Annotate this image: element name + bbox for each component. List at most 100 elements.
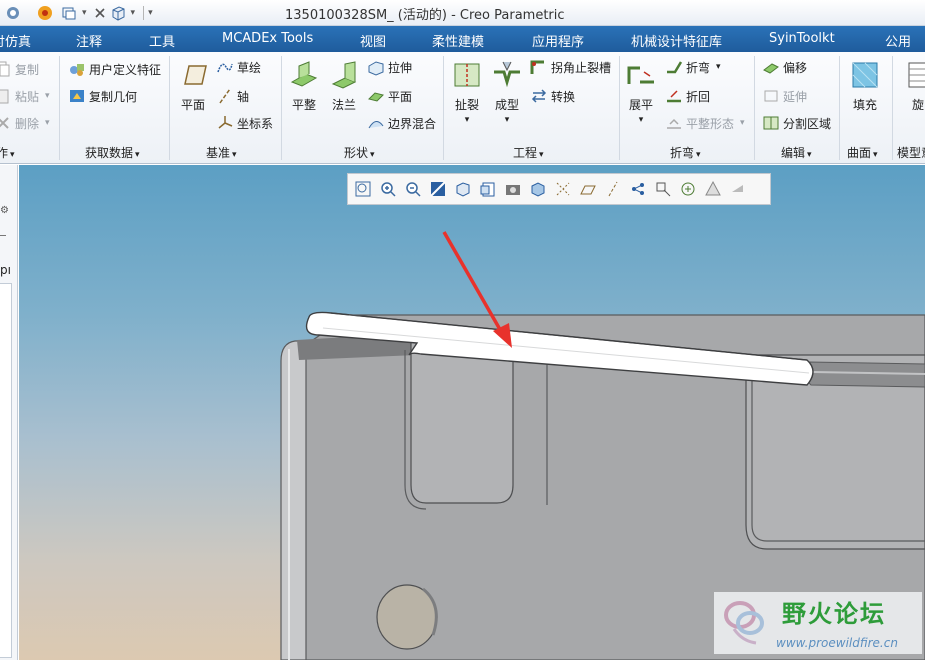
- tab-common[interactable]: 公用: [885, 31, 911, 50]
- appearance-icon[interactable]: [727, 178, 749, 200]
- settings-icon[interactable]: ⚙: [0, 205, 9, 216]
- bend-back-icon: [665, 87, 683, 105]
- tab-applications[interactable]: 应用程序: [532, 31, 584, 50]
- flatten-form-button[interactable]: 平整形态 ▾: [665, 114, 745, 132]
- copy-geometry-icon: [68, 87, 86, 105]
- axis-display-icon[interactable]: [602, 178, 624, 200]
- copy-button[interactable]: 复制: [0, 60, 39, 78]
- flat-plane-icon: [367, 87, 385, 105]
- extend-icon: [762, 87, 780, 105]
- bend-button[interactable]: 折弯 ▾: [665, 58, 721, 76]
- datum-display-icon[interactable]: [552, 178, 574, 200]
- unbend-button[interactable]: 展平 ▾: [626, 60, 656, 125]
- flatten-form-icon: [665, 114, 683, 132]
- regenerate-icon[interactable]: [36, 4, 54, 22]
- annotation-display-icon[interactable]: [702, 178, 724, 200]
- chevron-down-icon: ▾: [504, 115, 510, 125]
- tab-syintoolkit[interactable]: SyinToolkt: [769, 31, 835, 46]
- tab-mechanical-feature-library[interactable]: 机械设计特征库: [631, 31, 722, 50]
- offset-button[interactable]: 偏移: [762, 58, 807, 76]
- display-style-icon[interactable]: [452, 178, 474, 200]
- view-manager-icon[interactable]: [502, 178, 524, 200]
- copy-geometry-button[interactable]: 复制几何: [68, 87, 137, 105]
- app-icon[interactable]: [4, 4, 22, 22]
- group-label-engineering[interactable]: 工程 ▾: [513, 144, 544, 161]
- paste-icon: [0, 87, 12, 105]
- convert-button[interactable]: 转换: [530, 87, 575, 105]
- csys-button[interactable]: 坐标系: [216, 114, 273, 132]
- zoom-in-icon[interactable]: [377, 178, 399, 200]
- tab-view[interactable]: 视图: [360, 31, 386, 50]
- tab-tools[interactable]: 工具: [149, 31, 175, 50]
- axis-button[interactable]: 轴: [216, 87, 249, 105]
- paste-button[interactable]: 粘贴 ▾: [0, 87, 50, 105]
- boundary-blend-icon: [367, 114, 385, 132]
- customize-dropdown-icon[interactable]: ▾: [148, 8, 153, 18]
- copy-icon: [0, 60, 12, 78]
- repaint-icon[interactable]: [427, 178, 449, 200]
- window-icon[interactable]: [60, 4, 78, 22]
- point-display-icon[interactable]: [627, 178, 649, 200]
- tab-flexible-modeling[interactable]: 柔性建模: [432, 31, 484, 50]
- view-cube-icon[interactable]: [109, 4, 127, 22]
- group-label-operations[interactable]: 作 ▾: [0, 144, 15, 161]
- zoom-out-icon[interactable]: [402, 178, 424, 200]
- chevron-down-icon[interactable]: ▾: [131, 8, 136, 18]
- extrude-button[interactable]: 拉伸: [367, 58, 412, 76]
- model-tree-panel: ⚙ pı: [0, 165, 18, 660]
- perspective-icon[interactable]: [527, 178, 549, 200]
- convert-icon: [530, 87, 548, 105]
- sheetmetal-part-model[interactable]: [19, 165, 925, 660]
- in-graphics-toolbar: [347, 173, 771, 205]
- user-defined-feature-button[interactable]: 用户定义特征: [68, 60, 161, 78]
- divider: [0, 235, 6, 236]
- flange-button[interactable]: 法兰: [329, 60, 359, 113]
- tab-mcadex-tools[interactable]: MCADEx Tools: [222, 31, 313, 46]
- group-label-model-intent[interactable]: 模型意: [897, 144, 925, 161]
- rip-button[interactable]: 扯裂 ▾: [452, 60, 482, 125]
- plane-display-icon[interactable]: [577, 178, 599, 200]
- refit-icon[interactable]: [352, 178, 374, 200]
- model-tree-frame[interactable]: [0, 283, 12, 658]
- plane-button[interactable]: 平面: [178, 60, 208, 113]
- extend-button[interactable]: 延伸: [762, 87, 807, 105]
- csys-display-icon[interactable]: [652, 178, 674, 200]
- split-area-button[interactable]: 分割区域: [762, 114, 831, 132]
- shape-plane-button[interactable]: 平面: [367, 87, 412, 105]
- title-bar: ▾ ▾ ▾ 1350100328SM_ (活动的) - Creo Paramet…: [0, 0, 925, 26]
- fill-button[interactable]: 填充: [850, 60, 880, 113]
- group-label-shapes[interactable]: 形状 ▾: [344, 144, 375, 161]
- group-label-get-data[interactable]: 获取数据 ▾: [85, 144, 140, 161]
- tab-annotate[interactable]: 注释: [76, 31, 102, 50]
- axis-icon: [216, 87, 234, 105]
- planar-wall-icon: [289, 60, 319, 90]
- ribbon: 复制 粘贴 ▾ 删除 ▾ 作 ▾ 用户定义特征 复制几何 获取数据 ▾ 平面 草绘 …: [0, 52, 925, 164]
- group-label-bends[interactable]: 折弯 ▾: [670, 144, 701, 161]
- fill-surface-icon: [850, 60, 880, 90]
- planar-button[interactable]: 平整: [289, 60, 319, 113]
- flange-icon: [329, 60, 359, 90]
- chevron-down-icon[interactable]: ▾: [82, 8, 87, 18]
- rotate-button[interactable]: 旋: [903, 60, 925, 113]
- tab-simulation[interactable]: 讨仿真: [0, 31, 31, 50]
- group-label-datum[interactable]: 基准 ▾: [206, 144, 237, 161]
- chevron-down-icon: ▾: [716, 62, 721, 72]
- datum-plane-icon: [178, 60, 208, 90]
- group-label-surfaces[interactable]: 曲面 ▾: [847, 144, 878, 161]
- form-button[interactable]: 成型 ▾: [492, 60, 522, 125]
- spin-center-icon[interactable]: [677, 178, 699, 200]
- forum-logo-icon: [724, 601, 764, 645]
- group-separator: [839, 56, 840, 160]
- group-label-editing[interactable]: 编辑 ▾: [781, 144, 812, 161]
- sketch-button[interactable]: 草绘: [216, 58, 261, 76]
- corner-relief-button[interactable]: 拐角止裂槽: [530, 58, 611, 76]
- panel-truncated-label: pı: [0, 263, 11, 277]
- close-window-icon[interactable]: [91, 4, 109, 22]
- saved-orientations-icon[interactable]: [477, 178, 499, 200]
- boundary-blend-button[interactable]: 边界混合: [367, 114, 436, 132]
- unbend-icon: [626, 60, 656, 90]
- bend-back-button[interactable]: 折回: [665, 87, 710, 105]
- delete-button[interactable]: 删除 ▾: [0, 114, 50, 132]
- graphics-window[interactable]: [19, 165, 925, 660]
- chevron-down-icon: ▾: [638, 115, 644, 125]
